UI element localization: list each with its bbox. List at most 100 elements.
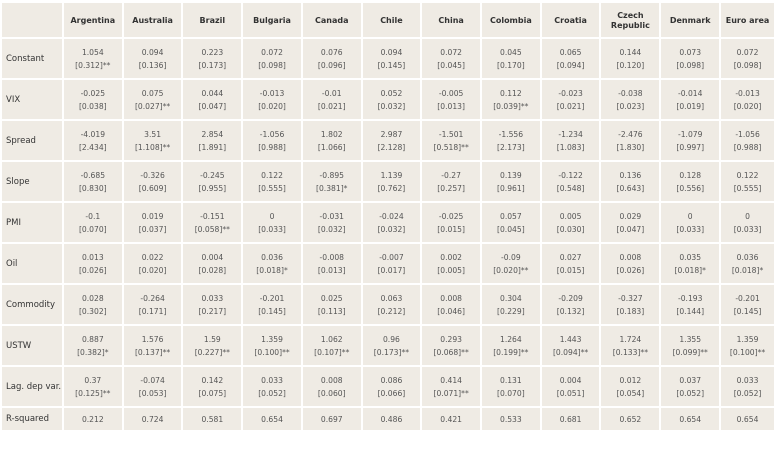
coefficient-value: -4.019 — [80, 129, 106, 139]
coefficient-value: 0.063 — [380, 293, 403, 303]
standard-error-value: [0.013] — [317, 265, 346, 275]
standard-error-value: [0.013] — [437, 101, 465, 111]
table-row: Commodity 0.028 [0.302] -0.264 [0.171] 0.033 [… — [2, 285, 774, 324]
standard-error-value: [0.199]** — [493, 347, 529, 357]
standard-error-value: [0.988] — [733, 142, 762, 152]
coefficient-value: 1.443 — [559, 334, 582, 344]
rsquared-value: 0.421 — [422, 408, 480, 430]
table-cell: -1.556 [2.173] — [481, 121, 540, 160]
coefficient-value: 0.072 — [440, 47, 462, 57]
coefficient-value: 0.005 — [559, 211, 582, 221]
coefficient-value: 0.033 — [736, 375, 759, 385]
standard-error-value: [0.047] — [198, 101, 227, 111]
table-cell: -1.056 [0.988] — [721, 121, 774, 160]
standard-error-value: [0.955] — [198, 183, 227, 193]
standard-error-value: [0.183] — [616, 306, 645, 316]
standard-error-value: [0.023] — [616, 101, 645, 111]
table-cell: -0.685 [0.830] — [63, 162, 122, 201]
table-cell: 0.036 [0.018]* — [243, 244, 301, 283]
coefficient-value: 0.144 — [619, 47, 642, 57]
table-cell: 0.094 [0.136] — [123, 39, 182, 78]
standard-error-value: [0.100]** — [729, 347, 766, 357]
standard-error-value: [0.033] — [258, 224, 286, 234]
table-cell: 1.724 [0.133]** — [601, 326, 660, 365]
standard-error-value: [0.015] — [437, 224, 465, 234]
coefficient-value: 0.045 — [499, 47, 522, 57]
coefficient-value: 0.96 — [382, 334, 400, 344]
coefficient-value: 0.033 — [261, 375, 283, 385]
row-label: PMI — [2, 203, 62, 242]
standard-error-value: [0.382]* — [77, 347, 109, 357]
standard-error-value: [0.020] — [733, 101, 762, 111]
coefficient-value: 0.128 — [679, 170, 702, 180]
standard-error-value: [0.518]** — [433, 142, 469, 152]
coefficient-value: -0.031 — [319, 211, 344, 221]
table-cell: 0.304 [0.229] — [481, 285, 540, 324]
table-row: PMI -0.1 [0.070] 0.019 [0.037] -0.151 [0.058]*… — [2, 203, 774, 242]
table-cell: 1.264 [0.199]** — [481, 326, 540, 365]
coefficient-value: 0.022 — [141, 252, 164, 262]
table-cell: 0.033 [0.052] — [243, 367, 301, 406]
coefficient-value: 0.004 — [201, 252, 224, 262]
coefficient-value: -0.008 — [319, 252, 344, 262]
standard-error-value: [0.046] — [437, 306, 465, 316]
table-cell: 0.072 [0.045] — [422, 39, 480, 78]
table-cell: -1.234 [1.083] — [541, 121, 600, 160]
table-cell: 2.854 [1.891] — [183, 121, 242, 160]
standard-error-value: [0.762] — [377, 183, 406, 193]
standard-error-value: [0.125]** — [75, 388, 111, 398]
table-cell: 0.005 [0.030] — [541, 203, 600, 242]
table-cell: -0.895 [0.381]* — [302, 162, 361, 201]
table-cell: 1.139 [0.762] — [362, 162, 421, 201]
table-cell: 0.036 [0.018]* — [721, 244, 774, 283]
standard-error-value: [0.045] — [497, 224, 525, 234]
table-cell: -0.209 [0.132] — [541, 285, 600, 324]
standard-error-value: [0.100]** — [254, 347, 290, 357]
standard-error-value: [0.071]** — [433, 388, 469, 398]
standard-error-value: [0.229] — [497, 306, 525, 316]
standard-error-value: [0.051] — [556, 388, 585, 398]
standard-error-value: [0.173]** — [373, 347, 410, 357]
standard-error-value: [0.070] — [78, 224, 107, 234]
coefficient-value: -0.09 — [501, 252, 521, 262]
table-cell: 0.122 [0.555] — [721, 162, 774, 201]
row-label: Constant — [2, 39, 62, 78]
standard-error-value: [0.173] — [198, 60, 227, 70]
standard-error-value: [0.037] — [138, 224, 167, 234]
coefficient-value: -2.476 — [618, 129, 643, 139]
table-cell: -1.079 [0.997] — [661, 121, 720, 160]
header-row: Argentina Australia Brazil Bulgaria Cana… — [2, 3, 774, 37]
standard-error-value: [1.083] — [556, 142, 585, 152]
rsquared-value: 0.486 — [362, 408, 421, 430]
coefficient-value: 0.086 — [380, 375, 403, 385]
coefficient-value: 0.037 — [679, 375, 702, 385]
coefficient-value: -0.201 — [259, 293, 285, 303]
rsquared-value: 0.654 — [243, 408, 301, 430]
coefficient-value: 1.359 — [261, 334, 283, 344]
coefficient-value: -1.056 — [259, 129, 285, 139]
coefficient-value: -0.014 — [677, 88, 703, 98]
table-cell: 0.131 [0.070] — [481, 367, 540, 406]
table-cell: 1.355 [0.099]** — [661, 326, 720, 365]
standard-error-value: [0.033] — [733, 224, 762, 234]
column-header: Denmark — [661, 3, 720, 37]
table-cell: 0 [0.033] — [661, 203, 720, 242]
coefficient-value: -0.245 — [200, 170, 225, 180]
coefficient-value: 1.355 — [679, 334, 702, 344]
table-row: USTW 0.887 [0.382]* 1.576 [0.137]** 1.59 [0.22… — [2, 326, 774, 365]
column-header: Croatia — [541, 3, 600, 37]
table-cell: -0.025 [0.038] — [63, 80, 122, 119]
coefficient-value: 0.414 — [440, 375, 462, 385]
table-cell: 1.443 [0.094]** — [541, 326, 600, 365]
standard-error-value: [0.018]* — [674, 265, 706, 275]
standard-error-value: [0.227]** — [194, 347, 230, 357]
standard-error-value: [0.643] — [616, 183, 645, 193]
standard-error-value: [0.170] — [497, 60, 525, 70]
standard-error-value: [1.108]** — [134, 142, 171, 152]
table-cell: -0.013 [0.020] — [243, 80, 301, 119]
table-cell: 1.576 [0.137]** — [123, 326, 182, 365]
coefficient-value: -0.038 — [618, 88, 643, 98]
table-cell: 0.112 [0.039]** — [481, 80, 540, 119]
table-cell: -0.013 [0.020] — [721, 80, 774, 119]
coefficient-value: 0.008 — [619, 252, 642, 262]
